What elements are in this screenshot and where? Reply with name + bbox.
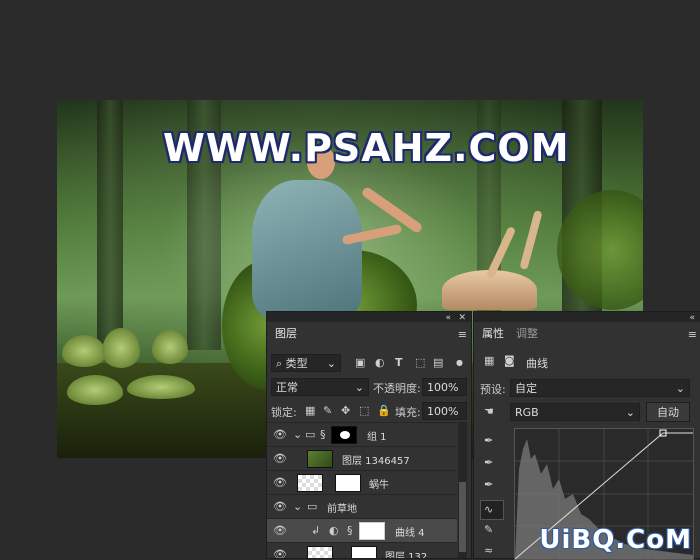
panel-menu-icon[interactable]: ≡ [688, 328, 697, 342]
visibility-eye-icon[interactable]: 👁 [273, 428, 287, 441]
panel-header-bar [474, 312, 700, 322]
layer-thumbnail [307, 450, 333, 468]
adjustment-filter-icon[interactable]: ◐ [375, 356, 385, 370]
layer-row[interactable]: 👁 ⌄ ▭ § 组 1 [267, 422, 457, 447]
smooth-icon[interactable]: ≈ [484, 544, 493, 558]
plant-leaf [152, 330, 188, 364]
tab-layers[interactable]: 图层 [267, 322, 305, 346]
layer-mask-thumbnail [335, 474, 361, 492]
visibility-eye-icon[interactable]: 👁 [273, 500, 287, 513]
close-icon[interactable]: ✕ [458, 311, 466, 325]
opacity-label: 不透明度: [373, 382, 421, 395]
black-point-eyedropper-icon[interactable]: ✒ [484, 434, 493, 448]
pixel-filter-icon[interactable]: ▣ [355, 356, 365, 370]
curve-point-tool-button[interactable]: ∿ [480, 500, 504, 520]
curve-icon: ∿ [484, 503, 494, 516]
layer-mask-thumbnail [351, 546, 377, 558]
fill-input[interactable]: 100%› [422, 402, 467, 436]
fill-label: 填充: [395, 406, 421, 419]
adjustment-layer-icon: ◐ [329, 524, 339, 537]
layer-thumbnail [307, 546, 333, 558]
target-adjust-hand-icon[interactable]: ☚ [484, 405, 494, 419]
layer-row[interactable]: 👁 图层 132 [267, 542, 457, 558]
collapse-icon[interactable]: « [445, 311, 451, 325]
lock-all-icon[interactable]: 🔒 [377, 404, 391, 418]
white-point-eyedropper-icon[interactable]: ✒ [484, 478, 493, 492]
opacity-input[interactable]: 100%› [422, 378, 467, 412]
shape-filter-icon[interactable]: ⬚ [415, 356, 425, 370]
visibility-eye-icon[interactable]: 👁 [273, 524, 287, 537]
layer-thumbnail [297, 474, 323, 492]
chevron-down-icon: ⌄ [326, 357, 336, 370]
collapse-icon[interactable]: « [689, 311, 695, 325]
smart-object-filter-icon[interactable]: ▤ [433, 356, 443, 370]
panel-header-bar [267, 312, 471, 322]
gray-point-eyedropper-icon[interactable]: ✒ [484, 456, 493, 470]
chevron-down-icon: ⌄ [625, 406, 635, 419]
tab-adjustments[interactable]: 调整 [508, 322, 546, 346]
preset-label: 预设: [480, 383, 506, 396]
mask-icon[interactable]: ◙ [504, 354, 515, 368]
plant-leaf [102, 328, 140, 368]
chevron-down-icon: ⌄ [675, 382, 685, 395]
pencil-icon[interactable]: ✎ [484, 523, 493, 537]
layer-row[interactable]: 👁 ⌄ ▭ 前草地 [267, 494, 457, 519]
auto-button[interactable]: 自动 [646, 402, 690, 422]
layer-row[interactable]: 👁 图层 1346457 [267, 446, 457, 471]
tab-properties[interactable]: 属性 [474, 322, 512, 346]
layer-mask-thumbnail [359, 522, 385, 540]
chevron-down-icon: ⌄ [354, 381, 364, 394]
channel-select[interactable]: RGB ⌄ [510, 403, 640, 421]
lock-artboard-icon[interactable]: ⬚ [359, 404, 369, 418]
layer-row[interactable]: 👁 蜗牛 [267, 470, 457, 495]
layer-name: 组 1 [367, 432, 387, 443]
layer-name: 曲线 4 [395, 528, 425, 539]
link-icon: § [347, 524, 353, 537]
layer-list: 👁 ⌄ ▭ § 组 1 👁 图层 1346457 👁 蜗牛 👁 ⌄ ▭ 前草地 … [267, 422, 467, 558]
filter-kind-select[interactable]: ⌕ 类型 ⌄ [271, 354, 341, 372]
curves-grid-icon: ▦ [484, 354, 495, 367]
layer-scrollbar[interactable] [458, 422, 467, 558]
properties-panel: « 属性 调整 ≡ ▦ ◙ 曲线 预设: 自定 ⌄ ☚ RGB ⌄ 自动 ✒ ✒ ✒… [473, 311, 700, 560]
site-credit-watermark: UiBQ.CoM [539, 525, 692, 555]
adjustment-title: 曲线 [526, 357, 548, 370]
folder-icon: ▭ [305, 428, 316, 441]
plant-leaf [62, 335, 106, 367]
visibility-eye-icon[interactable]: 👁 [273, 452, 287, 465]
layers-panel: « ✕ 图层 ≡ ⌕ 类型 ⌄ ▣ ◐ T ⬚ ▤ ● 正常 ⌄ 不透明度: 100… [266, 311, 472, 559]
filter-toggle-icon[interactable]: ● [456, 356, 463, 370]
plant-leaf [67, 375, 123, 405]
layer-name: 图层 1346457 [342, 456, 410, 467]
preset-select[interactable]: 自定 ⌄ [510, 379, 690, 397]
blend-mode-select[interactable]: 正常 ⌄ [271, 378, 369, 396]
lock-transparency-icon[interactable]: ▦ [305, 404, 315, 418]
panel-menu-icon[interactable]: ≡ [458, 328, 467, 342]
lock-label: 锁定: [271, 406, 297, 419]
plant-leaf [127, 375, 195, 399]
chevron-down-icon[interactable]: ⌄ [293, 428, 302, 442]
type-filter-icon[interactable]: T [395, 356, 403, 370]
layer-name: 蜗牛 [369, 480, 389, 491]
chevron-down-icon[interactable]: ⌄ [293, 500, 302, 514]
layer-mask-thumbnail [331, 426, 357, 444]
scrollbar-thumb[interactable] [459, 482, 466, 552]
layer-row-selected[interactable]: 👁 ↲ ◐ § 曲线 4 [267, 518, 457, 543]
clip-arrow-icon: ↲ [311, 524, 321, 537]
woman-figure [252, 180, 362, 320]
lock-pixels-icon[interactable]: ✎ [323, 404, 332, 418]
visibility-eye-icon[interactable]: 👁 [273, 476, 287, 489]
search-icon: ⌕ [276, 357, 286, 370]
watermark-text: WWW.PSAHZ.COM [163, 126, 570, 170]
folder-icon: ▭ [307, 500, 318, 513]
layer-name: 前草地 [327, 504, 357, 515]
link-icon: § [320, 428, 326, 441]
lock-position-icon[interactable]: ✥ [341, 404, 350, 418]
